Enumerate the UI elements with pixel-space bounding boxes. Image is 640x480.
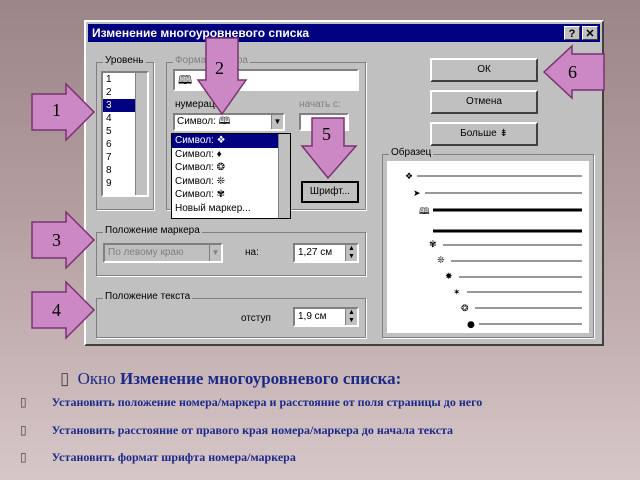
- callout-arrow-3: [31, 210, 96, 270]
- marker-at-input[interactable]: 1,27 см ▲ ▼: [293, 243, 359, 263]
- marker-align-select[interactable]: По левому краю ▼: [103, 243, 223, 263]
- dropdown-item[interactable]: Символ: ♦: [172, 148, 290, 162]
- dropdown-item[interactable]: Символ: ❂: [172, 161, 290, 175]
- bullet-item-1: ▯ Установить положение номера/маркера и р…: [20, 395, 482, 410]
- marker-align-value: По левому краю: [108, 247, 184, 258]
- cancel-button[interactable]: Отмена: [430, 90, 538, 114]
- bullet-text-1: Установить положение номера/маркера и ра…: [51, 395, 483, 409]
- bullet-item-3: ▯ Установить формат шрифта номера/маркера: [20, 450, 296, 465]
- caption-title: Изменение многоуровневого списка:: [120, 369, 402, 388]
- dropdown-item[interactable]: Новый маркер...: [172, 202, 290, 216]
- text-position-label: Положение текста: [103, 291, 193, 302]
- dropdown-item[interactable]: Символ: ✾: [172, 188, 290, 202]
- callout-number-3: 3: [52, 230, 61, 250]
- indent-value: 1,9 см: [298, 311, 327, 322]
- preview-marker-6: ✸: [445, 272, 453, 282]
- caption-bullet-icon: ▯: [60, 369, 70, 388]
- preview-marker-1: ❖: [405, 172, 413, 182]
- ok-button[interactable]: ОК: [430, 58, 538, 82]
- marker-at-spinner[interactable]: ▲ ▼: [345, 245, 357, 261]
- dropdown-arrow-icon[interactable]: ▼: [271, 115, 283, 129]
- preview-marker-8: ❂: [461, 304, 469, 314]
- title-bar: Изменение многоуровневого списка ? ✕: [88, 24, 600, 42]
- preview-label: Образец: [389, 147, 434, 158]
- bullet-text-2: Установить расстояние от правого края но…: [51, 423, 454, 437]
- preview-area: ❖ ➤ 🕮 ✾ ❊ ✸ ✶ ❂ ●: [387, 161, 589, 333]
- callout-arrow-4: [31, 280, 96, 340]
- dialog-window: Изменение многоуровневого списка ? ✕ Уро…: [84, 20, 604, 346]
- indent-label: отступ: [241, 313, 271, 324]
- close-button[interactable]: ✕: [582, 26, 598, 40]
- start-at-label: начать с:: [299, 99, 341, 110]
- callout-number-5: 5: [322, 124, 331, 144]
- bullet-icon: ▯: [20, 423, 27, 437]
- level-scrollbar[interactable]: [135, 73, 147, 195]
- font-button[interactable]: Шрифт...: [301, 181, 359, 203]
- bullet-icon: ▯: [20, 395, 27, 409]
- preview-group: Образец ❖ ➤ 🕮 ✾ ❊ ✸ ✶ ❂ ●: [382, 147, 594, 338]
- callout-number-6: 6: [568, 62, 577, 82]
- dropdown-item[interactable]: Символ: ❊: [172, 175, 290, 189]
- numbering-select-value: Символ: 🕮: [177, 116, 231, 127]
- more-button[interactable]: Больше ⇟: [430, 122, 538, 146]
- preview-marker-3: 🕮: [419, 207, 430, 217]
- marker-position-group: Положение маркера По левому краю ▼ на: 1…: [96, 225, 366, 276]
- preview-marker-4: ✾: [429, 240, 437, 250]
- bullet-text-3: Установить формат шрифта номера/маркера: [51, 450, 296, 464]
- bullet-icon: ▯: [20, 450, 27, 464]
- preview-marker-7: ✶: [453, 288, 461, 298]
- numbering-dropdown-list[interactable]: Символ: ❖ Символ: ♦ Символ: ❂ Символ: ❊ Симв…: [171, 133, 291, 219]
- callout-number-2: 2: [215, 58, 224, 78]
- callout-arrow-1: [31, 82, 96, 142]
- callout-number-4: 4: [52, 300, 61, 320]
- dropdown-scrollbar[interactable]: [278, 134, 290, 218]
- text-position-group: Положение текста отступ 1,9 см ▲ ▼: [96, 291, 366, 338]
- bullet-item-2: ▯ Установить расстояние от правого края н…: [20, 423, 453, 438]
- preview-marker-2: ➤: [413, 189, 421, 199]
- indent-spinner[interactable]: ▲ ▼: [345, 309, 357, 325]
- caption-prefix: Окно: [77, 369, 116, 388]
- level-list[interactable]: 123456789: [101, 71, 149, 197]
- align-dropdown-icon[interactable]: ▼: [209, 245, 221, 261]
- preview-marker-9: ●: [467, 320, 475, 330]
- marker-position-label: Положение маркера: [103, 225, 202, 236]
- marker-at-value: 1,27 см: [298, 247, 333, 258]
- indent-input[interactable]: 1,9 см ▲ ▼: [293, 307, 359, 327]
- help-button[interactable]: ?: [564, 26, 580, 40]
- level-group: Уровень 123456789: [96, 55, 154, 210]
- level-label: Уровень: [103, 55, 146, 66]
- caption: ▯ Окно Изменение многоуровневого списка:: [60, 369, 401, 389]
- callout-number-1: 1: [52, 100, 61, 120]
- preview-svg: ❖ ➤ 🕮 ✾ ❊ ✸ ✶ ❂ ●: [405, 172, 582, 330]
- preview-marker-5: ❊: [437, 256, 445, 266]
- dropdown-item[interactable]: Символ: ❖: [172, 134, 290, 148]
- marker-at-label: на:: [245, 247, 259, 258]
